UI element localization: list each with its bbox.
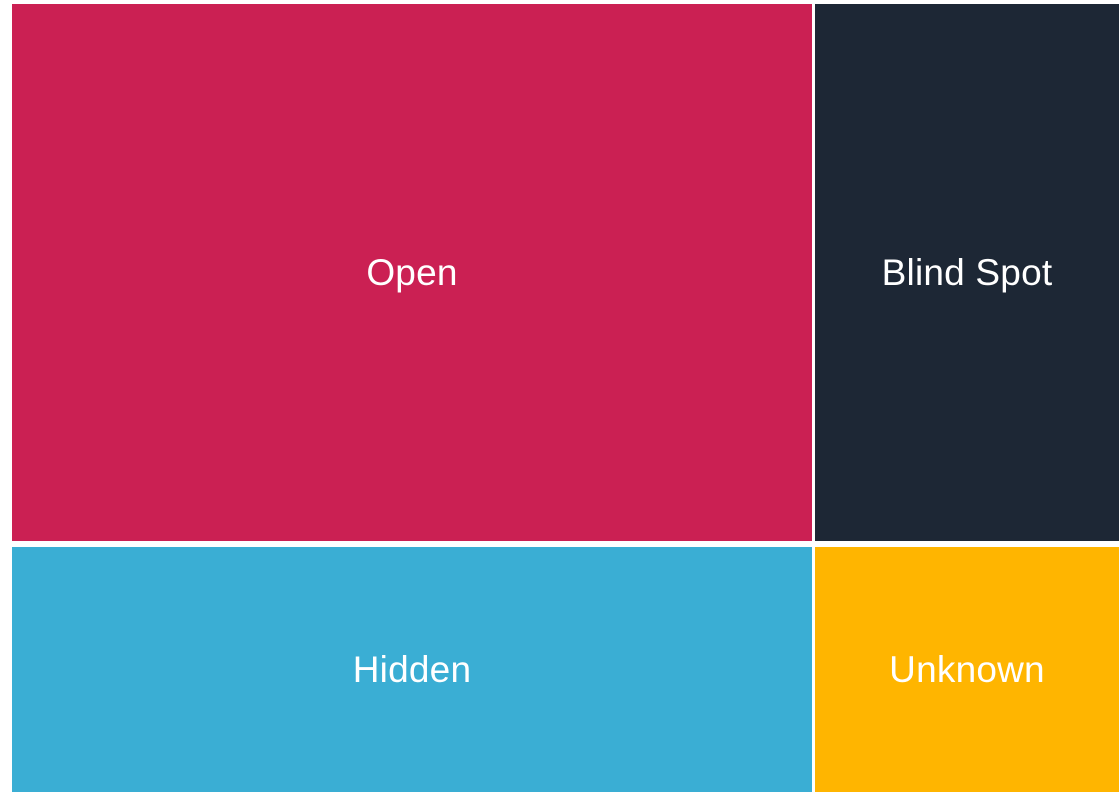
hidden-quadrant-label: Hidden (352, 648, 472, 690)
blind-spot-quadrant: Blind Spot (815, 4, 1119, 541)
hidden-quadrant: Hidden (12, 547, 812, 792)
johari-window-grid: Open Blind Spot Hidden Unknown (0, 0, 1119, 792)
open-quadrant-label: Open (366, 251, 458, 293)
unknown-quadrant: Unknown (815, 547, 1119, 792)
blind-spot-quadrant-label: Blind Spot (881, 251, 1053, 293)
unknown-quadrant-label: Unknown (889, 648, 1045, 690)
open-quadrant: Open (12, 4, 812, 541)
